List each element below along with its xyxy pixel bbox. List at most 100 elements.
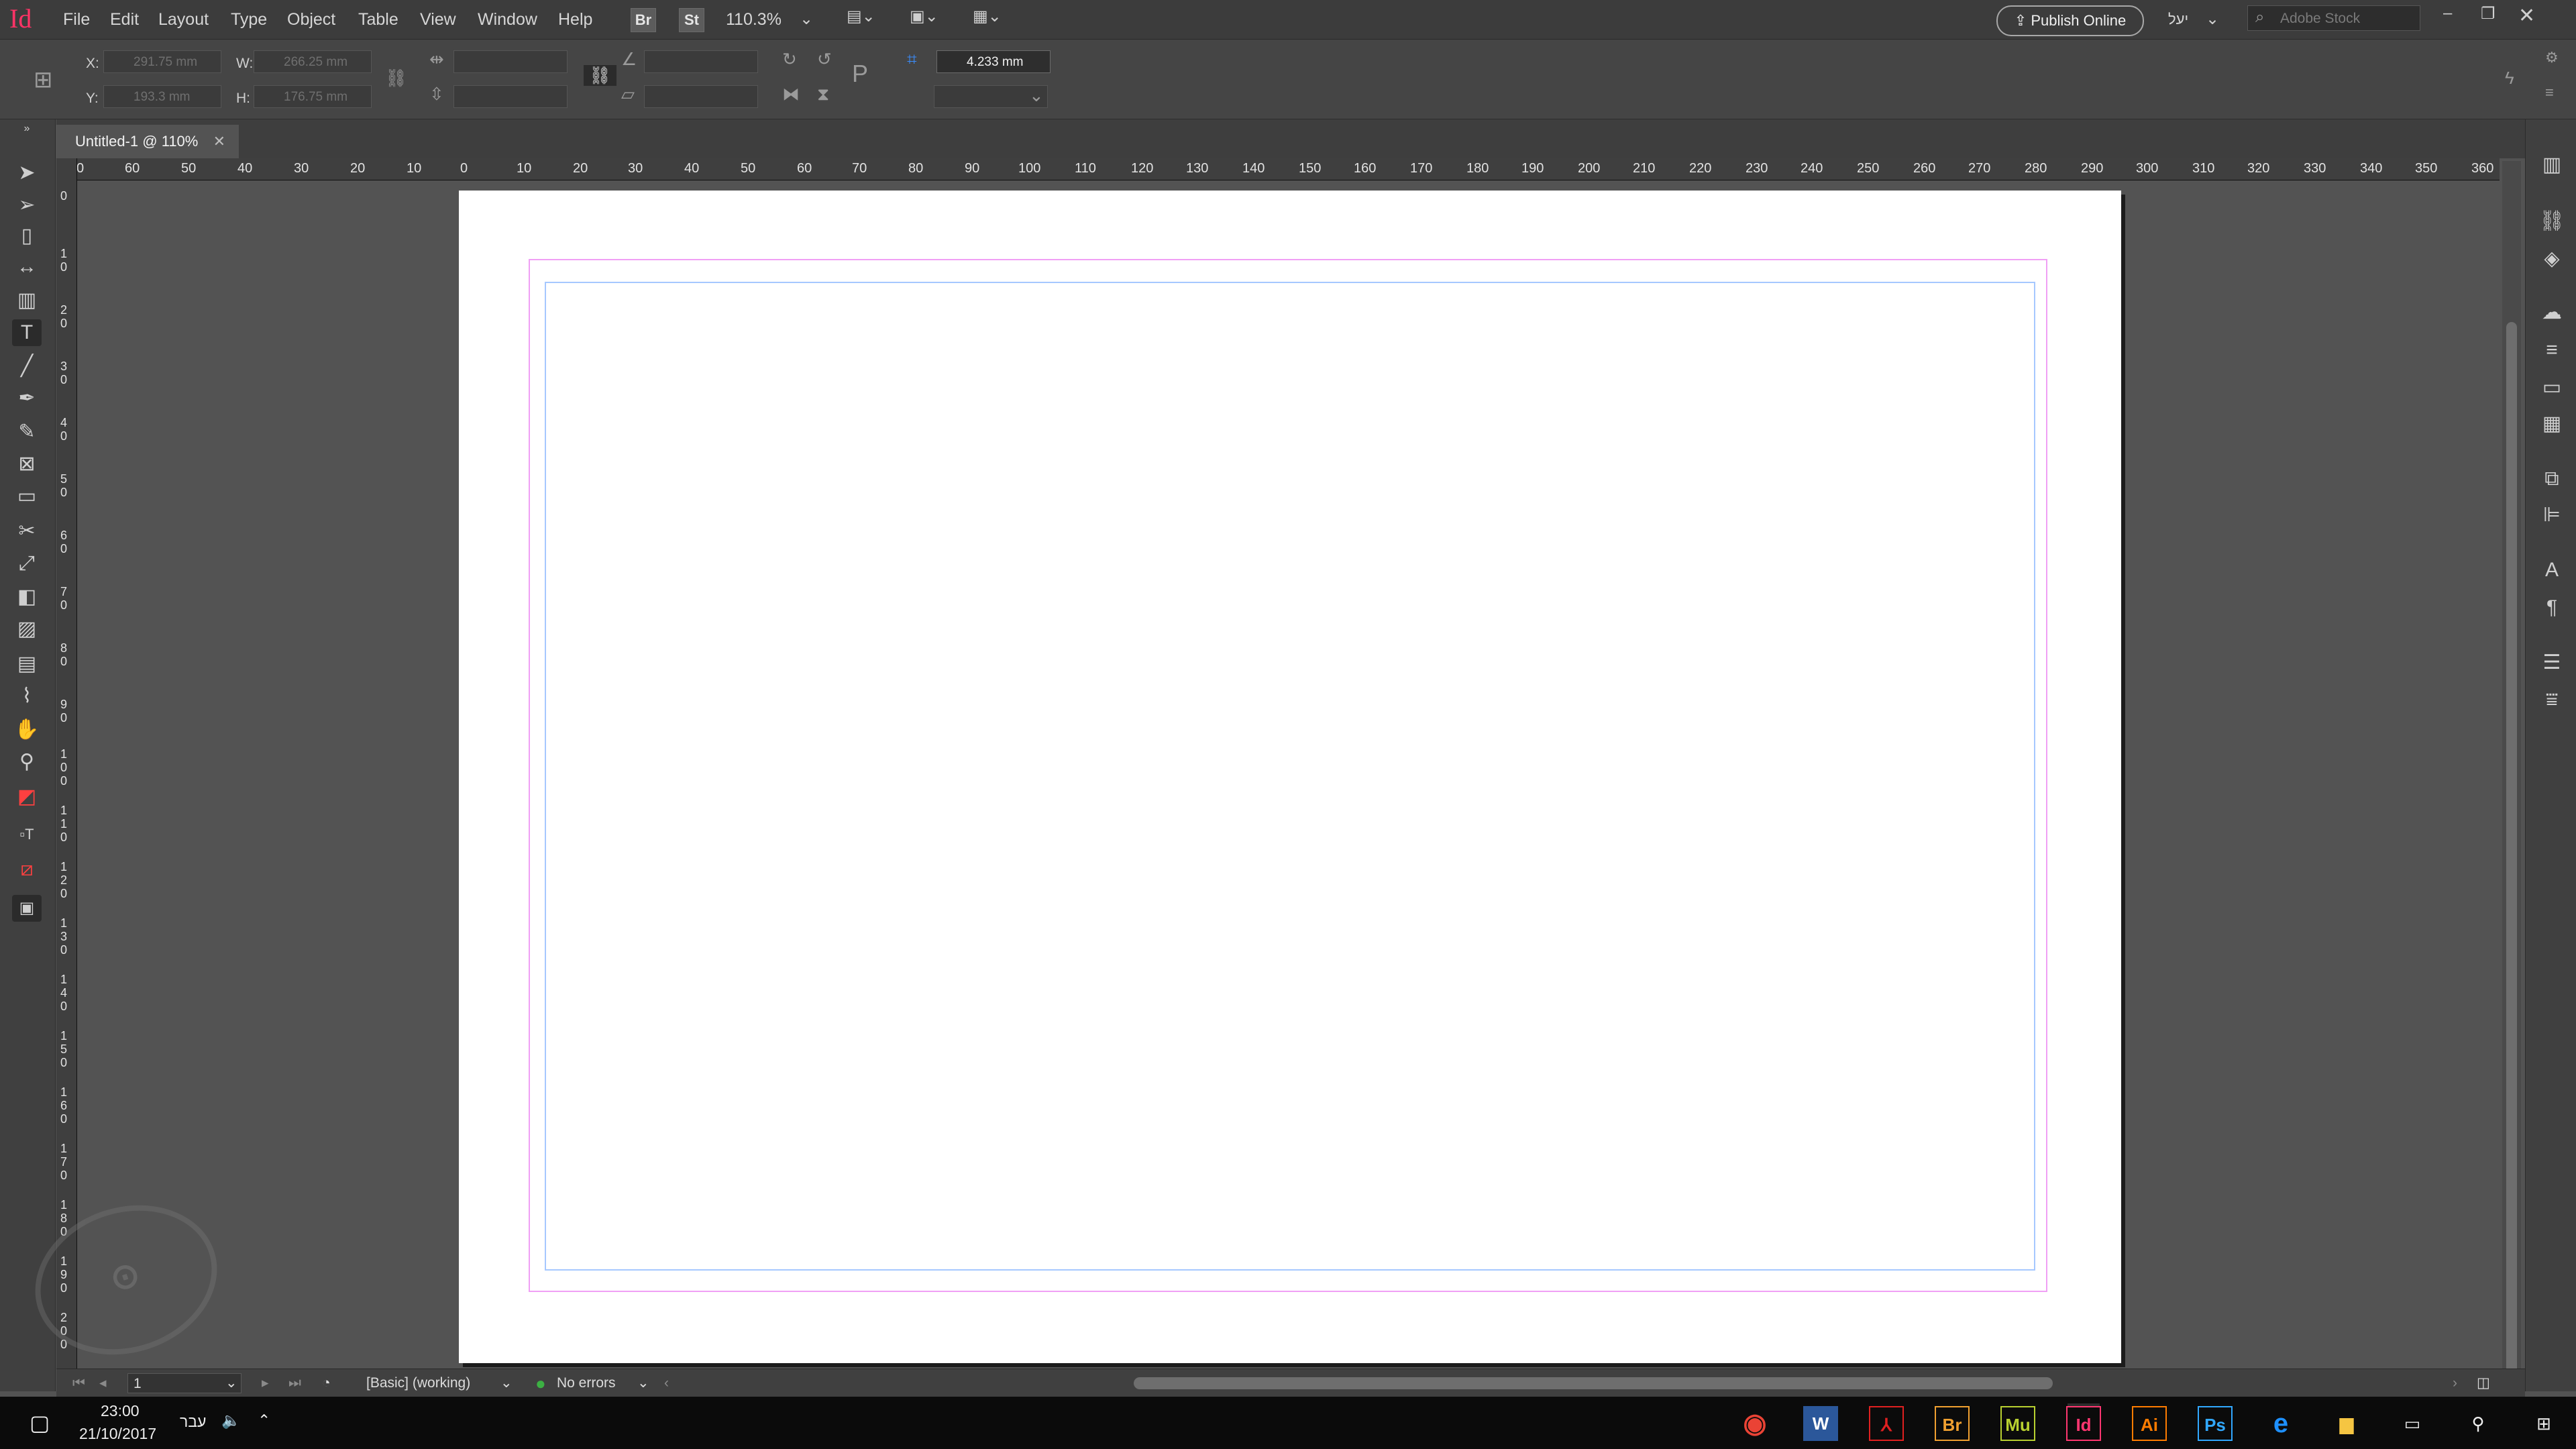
cortana-search-icon[interactable]: ⚲ xyxy=(2461,1406,2496,1441)
selection-tool-icon[interactable]: ➤ xyxy=(12,160,42,186)
content-collector-tool-icon[interactable]: ▥ xyxy=(12,287,42,314)
zoom-tool-icon[interactable]: ⚲ xyxy=(12,749,42,775)
page-number-field[interactable]: 1 xyxy=(127,1373,241,1393)
align-panel-icon[interactable]: ⊫ xyxy=(2539,503,2565,527)
pages-panel-icon[interactable]: ▥ xyxy=(2539,153,2565,177)
split-window-icon[interactable]: ◫ xyxy=(2477,1369,2490,1397)
constrain-proportions-icon[interactable]: ⛓ xyxy=(385,68,407,89)
cc-libraries-icon[interactable]: ☁ xyxy=(2539,301,2565,325)
text-wrap-icon[interactable]: ☰ xyxy=(2539,651,2565,675)
container-selection-icon[interactable]: P xyxy=(852,60,868,88)
menu-table[interactable]: Table xyxy=(358,0,398,39)
horizontal-ruler[interactable]: 0 60 50 40 30 20 10 0 10 20 30 40 50 60 … xyxy=(76,158,2500,180)
acrobat-icon[interactable]: ⅄ xyxy=(1869,1406,1904,1441)
pencil-tool-icon[interactable]: ✎ xyxy=(12,419,42,445)
color-panel-icon[interactable]: ▭ xyxy=(2539,376,2565,400)
gap-tool-icon[interactable]: ↔ xyxy=(12,254,42,280)
w-field[interactable]: 266.25 mm xyxy=(254,50,372,73)
menu-object[interactable]: Object xyxy=(287,0,335,39)
page-dropdown-icon[interactable]: ⌄ xyxy=(225,1369,237,1397)
character-styles-icon[interactable]: A xyxy=(2539,558,2565,582)
x-field[interactable]: 291.75 mm xyxy=(103,50,221,73)
pen-tool-icon[interactable]: ✒ xyxy=(12,385,42,412)
close-tab-icon[interactable]: ✕ xyxy=(213,125,225,158)
muse-icon[interactable]: Mu xyxy=(2000,1406,2035,1441)
chrome-icon[interactable]: ◉ xyxy=(1737,1406,1772,1441)
preflight-profile[interactable]: [Basic] (working) xyxy=(366,1369,470,1397)
document-tab[interactable]: Untitled-1 @ 110% ✕ xyxy=(56,125,239,158)
view-options-icon[interactable]: ▤⌄ xyxy=(847,7,875,30)
workspace-switcher[interactable]: יעל xyxy=(2168,0,2188,39)
task-view-icon[interactable]: ▭ xyxy=(2395,1406,2430,1441)
apply-none-icon[interactable]: ⧄ xyxy=(12,856,42,883)
menu-file[interactable]: File xyxy=(63,0,90,39)
screen-mode-icon[interactable]: ▣⌄ xyxy=(910,7,938,30)
note-tool-icon[interactable]: ▤ xyxy=(12,651,42,678)
word-icon[interactable]: W xyxy=(1803,1406,1838,1441)
scale-x-field[interactable] xyxy=(453,50,568,73)
arrange-documents-icon[interactable]: ▦⌄ xyxy=(973,7,1002,30)
control-menu-icon[interactable]: ≡ xyxy=(2545,84,2554,101)
type-tool-icon[interactable]: T xyxy=(12,319,42,346)
windows-start-icon[interactable]: ⊞ xyxy=(2526,1406,2561,1441)
rectangle-tool-icon[interactable]: ▭ xyxy=(12,483,42,510)
screen-mode-tool-icon[interactable]: ▣ xyxy=(12,895,42,922)
direct-selection-tool-icon[interactable]: ➢ xyxy=(12,192,42,219)
reference-point-icon[interactable]: ⊞ xyxy=(34,66,53,93)
next-page-icon[interactable]: ▸ xyxy=(262,1369,269,1397)
collapse-panel-icon[interactable]: » xyxy=(12,122,42,136)
scissors-tool-icon[interactable]: ✂ xyxy=(12,518,42,545)
profile-dropdown-icon[interactable]: ⌄ xyxy=(500,1369,513,1397)
layers-panel-icon[interactable]: ◈ xyxy=(2539,247,2565,271)
hand-tool-icon[interactable]: ✋ xyxy=(12,716,42,743)
y-field[interactable]: 193.3 mm xyxy=(103,85,221,108)
rectangle-frame-tool-icon[interactable]: ⊠ xyxy=(12,451,42,478)
gradient-feather-tool-icon[interactable]: ▨ xyxy=(12,616,42,643)
rotate-cw-icon[interactable]: ↻ xyxy=(782,49,797,70)
open-document-icon[interactable]: ◔ xyxy=(322,1369,331,1397)
stock-button[interactable]: St xyxy=(679,8,704,32)
page-tool-icon[interactable]: ▯ xyxy=(12,223,42,250)
publish-online-button[interactable]: ⇪ Publish Online xyxy=(1996,5,2144,36)
menu-edit[interactable]: Edit xyxy=(110,0,139,39)
scroll-right-icon[interactable]: › xyxy=(2453,1369,2457,1397)
stroke-weight-field[interactable]: 4.233 mm xyxy=(936,50,1051,73)
rotate-ccw-icon[interactable]: ↺ xyxy=(817,49,832,70)
minimize-icon[interactable]: – xyxy=(2443,4,2452,27)
illustrator-icon[interactable]: Ai xyxy=(2132,1406,2167,1441)
file-explorer-icon[interactable]: ▆ xyxy=(2329,1406,2364,1441)
edge-icon[interactable]: e xyxy=(2263,1406,2298,1441)
line-tool-icon[interactable]: ╱ xyxy=(12,353,42,380)
control-settings-icon[interactable]: ⚙ xyxy=(2545,49,2559,66)
previous-page-icon[interactable]: ◂ xyxy=(99,1369,107,1397)
action-center-icon[interactable]: ▢ xyxy=(30,1410,50,1436)
adobe-stock-search[interactable]: Adobe Stock xyxy=(2247,5,2420,31)
volume-icon[interactable]: 🔈 xyxy=(221,1411,241,1430)
menu-type[interactable]: Type xyxy=(231,0,267,39)
text-frame-options-icon[interactable]: ⩸ xyxy=(2539,688,2565,712)
horizontal-scroll-thumb[interactable] xyxy=(1134,1377,2053,1389)
menu-layout[interactable]: Layout xyxy=(158,0,209,39)
quick-apply-icon[interactable]: ϟ xyxy=(2505,68,2514,89)
bridge-button[interactable]: Br xyxy=(631,8,656,32)
gradient-swatch-tool-icon[interactable]: ◧ xyxy=(12,584,42,610)
input-language[interactable]: עבר xyxy=(180,1413,206,1431)
close-window-icon[interactable]: ✕ xyxy=(2518,4,2535,27)
scroll-left-icon[interactable]: ‹ xyxy=(664,1369,669,1397)
show-hidden-icons-icon[interactable]: ⌃ xyxy=(258,1411,270,1430)
clock-time[interactable]: 23:00 xyxy=(101,1402,140,1420)
paragraph-styles-icon[interactable]: ¶ xyxy=(2539,596,2565,620)
constrain-scale-icon[interactable]: ⛓ xyxy=(584,65,617,86)
scale-y-field[interactable] xyxy=(453,85,568,108)
swatches-panel-icon[interactable]: ▦ xyxy=(2539,412,2565,436)
menu-window[interactable]: Window xyxy=(478,0,537,39)
h-field[interactable]: 176.75 mm xyxy=(254,85,372,108)
errors-dropdown-icon[interactable]: ⌄ xyxy=(637,1369,649,1397)
pathfinder-panel-icon[interactable]: ⧉ xyxy=(2539,467,2565,491)
eyedropper-tool-icon[interactable]: ⌇ xyxy=(12,683,42,710)
menu-view[interactable]: View xyxy=(420,0,456,39)
rotation-field[interactable] xyxy=(644,50,758,73)
vertical-scrollbar[interactable] xyxy=(2502,161,2521,1375)
menu-help[interactable]: Help xyxy=(558,0,592,39)
flip-vertical-icon[interactable]: ⧗ xyxy=(817,84,829,105)
